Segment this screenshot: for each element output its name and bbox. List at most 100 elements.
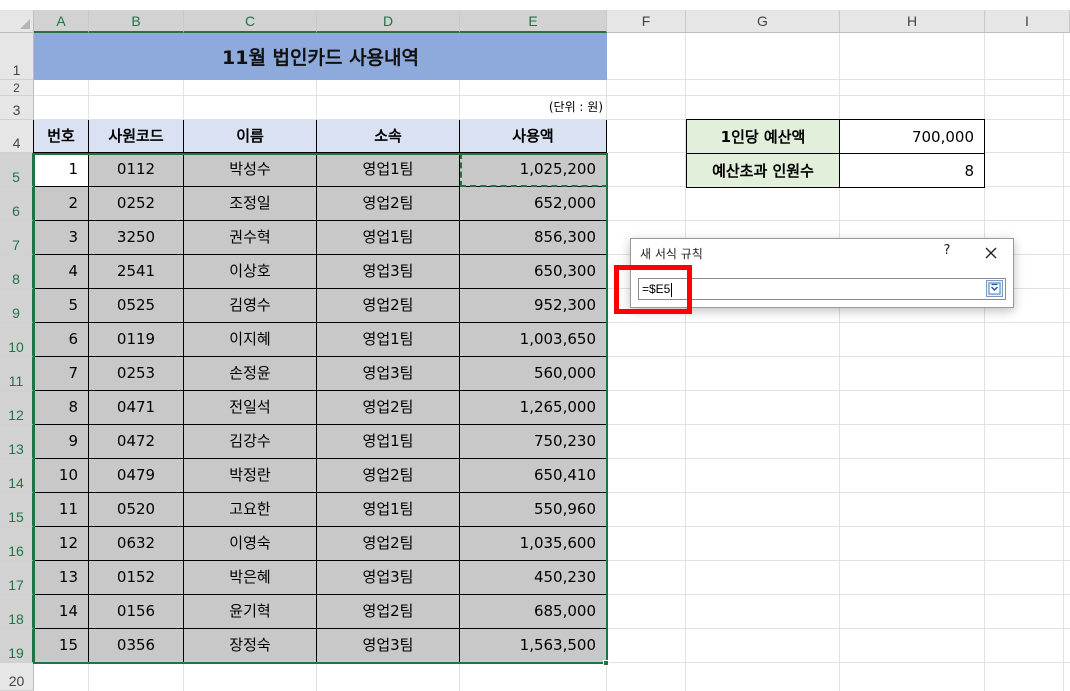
column-header-a[interactable]: A xyxy=(34,10,89,33)
cell-number[interactable]: 5 xyxy=(34,289,89,323)
cell-name[interactable]: 윤기혁 xyxy=(184,595,317,629)
cell-number[interactable]: 4 xyxy=(34,255,89,289)
cell-department[interactable]: 영업3팀 xyxy=(317,561,460,595)
row-header-3[interactable]: 3 xyxy=(0,96,34,120)
cell-number[interactable]: 13 xyxy=(34,561,89,595)
row-header-9[interactable]: 9 xyxy=(0,289,34,323)
row-header-1[interactable]: 1 xyxy=(0,33,34,80)
header-department[interactable]: 소속 xyxy=(317,120,460,153)
cell-name[interactable]: 권수혁 xyxy=(184,221,317,255)
cell-department[interactable]: 영업1팀 xyxy=(317,493,460,527)
spreadsheet-grid[interactable]: A B C D E F G H I 1 2 3 4 5 6 7 8 9 10 1… xyxy=(0,0,1070,691)
cell-employee-code[interactable]: 0252 xyxy=(89,187,184,221)
cell-name[interactable]: 김강수 xyxy=(184,425,317,459)
cell-name[interactable]: 박성수 xyxy=(184,153,317,187)
cell-employee-code[interactable]: 0471 xyxy=(89,391,184,425)
cell-amount[interactable]: 1,003,650 xyxy=(460,323,607,357)
cell-department[interactable]: 영업2팀 xyxy=(317,289,460,323)
cell-number[interactable]: 12 xyxy=(34,527,89,561)
row-header-10[interactable]: 10 xyxy=(0,323,34,357)
column-header-f[interactable]: F xyxy=(607,10,686,33)
fill-handle[interactable] xyxy=(603,660,609,666)
collapse-dialog-button[interactable] xyxy=(986,280,1003,297)
row-header-15[interactable]: 15 xyxy=(0,493,34,527)
select-all-corner[interactable] xyxy=(0,10,34,33)
cell-employee-code[interactable]: 3250 xyxy=(89,221,184,255)
cell-amount[interactable]: 1,563,500 xyxy=(460,629,607,663)
column-header-d[interactable]: D xyxy=(317,10,460,33)
budget-label-cell[interactable]: 1인당 예산액 xyxy=(686,119,840,154)
cell-employee-code[interactable]: 0156 xyxy=(89,595,184,629)
cell-amount[interactable]: 1,265,000 xyxy=(460,391,607,425)
budget-value-cell[interactable]: 700,000 xyxy=(839,119,985,154)
cell-department[interactable]: 영업2팀 xyxy=(317,391,460,425)
cell-department[interactable]: 영업1팀 xyxy=(317,323,460,357)
cell-department[interactable]: 영업1팀 xyxy=(317,221,460,255)
row-header-13[interactable]: 13 xyxy=(0,425,34,459)
cell-amount[interactable]: 450,230 xyxy=(460,561,607,595)
cell-amount[interactable]: 1,035,600 xyxy=(460,527,607,561)
cell-employee-code[interactable]: 0525 xyxy=(89,289,184,323)
cell-name[interactable]: 고요한 xyxy=(184,493,317,527)
cell-employee-code[interactable]: 0152 xyxy=(89,561,184,595)
cell-amount[interactable]: 952,300 xyxy=(460,289,607,323)
column-header-b[interactable]: B xyxy=(89,10,184,33)
cell-number[interactable]: 14 xyxy=(34,595,89,629)
row-header-18[interactable]: 18 xyxy=(0,595,34,629)
cell-number[interactable]: 15 xyxy=(34,629,89,663)
row-header-7[interactable]: 7 xyxy=(0,221,34,255)
over-budget-label-cell[interactable]: 예산초과 인원수 xyxy=(686,153,840,188)
cell-department[interactable]: 영업3팀 xyxy=(317,255,460,289)
row-header-16[interactable]: 16 xyxy=(0,527,34,561)
over-budget-value-cell[interactable]: 8 xyxy=(839,153,985,188)
cell-amount[interactable]: 685,000 xyxy=(460,595,607,629)
row-header-11[interactable]: 11 xyxy=(0,357,34,391)
cell-amount[interactable]: 650,300 xyxy=(460,255,607,289)
cell-amount[interactable]: 550,960 xyxy=(460,493,607,527)
cell-amount[interactable]: 560,000 xyxy=(460,357,607,391)
column-header-g[interactable]: G xyxy=(686,10,840,33)
cell-employee-code[interactable]: 0520 xyxy=(89,493,184,527)
row-header-14[interactable]: 14 xyxy=(0,459,34,493)
header-amount[interactable]: 사용액 xyxy=(460,120,607,153)
cell-name[interactable]: 손정윤 xyxy=(184,357,317,391)
cell-department[interactable]: 영업2팀 xyxy=(317,595,460,629)
cell-employee-code[interactable]: 0119 xyxy=(89,323,184,357)
row-header-4[interactable]: 4 xyxy=(0,120,34,153)
cell-number[interactable]: 3 xyxy=(34,221,89,255)
help-button[interactable]: ? xyxy=(939,243,955,261)
cell-name[interactable]: 김영수 xyxy=(184,289,317,323)
cell-department[interactable]: 영업3팀 xyxy=(317,357,460,391)
column-header-h[interactable]: H xyxy=(840,10,985,33)
cell-number[interactable]: 6 xyxy=(34,323,89,357)
cell-employee-code[interactable]: 0472 xyxy=(89,425,184,459)
unit-note[interactable]: (단위 : 원) xyxy=(460,96,606,118)
cell-name[interactable]: 이상호 xyxy=(184,255,317,289)
cell-employee-code[interactable]: 2541 xyxy=(89,255,184,289)
header-name[interactable]: 이름 xyxy=(184,120,317,153)
cell-number[interactable]: 7 xyxy=(34,357,89,391)
cell-department[interactable]: 영업1팀 xyxy=(317,153,460,187)
row-header-20[interactable]: 20 xyxy=(0,663,34,691)
cell-number[interactable]: 10 xyxy=(34,459,89,493)
row-header-2[interactable]: 2 xyxy=(0,80,34,96)
cell-department[interactable]: 영업3팀 xyxy=(317,629,460,663)
cell-employee-code[interactable]: 0356 xyxy=(89,629,184,663)
header-number[interactable]: 번호 xyxy=(34,120,89,153)
cell-name[interactable]: 장정숙 xyxy=(184,629,317,663)
cell-department[interactable]: 영업1팀 xyxy=(317,425,460,459)
cell-amount[interactable]: 856,300 xyxy=(460,221,607,255)
column-header-c[interactable]: C xyxy=(184,10,317,33)
cell-department[interactable]: 영업2팀 xyxy=(317,527,460,561)
cell-employee-code[interactable]: 0479 xyxy=(89,459,184,493)
row-header-5[interactable]: 5 xyxy=(0,153,34,187)
cell-name[interactable]: 박은혜 xyxy=(184,561,317,595)
cell-name[interactable]: 이지혜 xyxy=(184,323,317,357)
cell-amount[interactable]: 750,230 xyxy=(460,425,607,459)
close-button[interactable] xyxy=(981,243,1001,263)
cell-employee-code[interactable]: 0112 xyxy=(89,153,184,187)
cell-employee-code[interactable]: 0632 xyxy=(89,527,184,561)
cell-name[interactable]: 박정란 xyxy=(184,459,317,493)
cell-employee-code[interactable]: 0253 xyxy=(89,357,184,391)
cell-number[interactable]: 9 xyxy=(34,425,89,459)
